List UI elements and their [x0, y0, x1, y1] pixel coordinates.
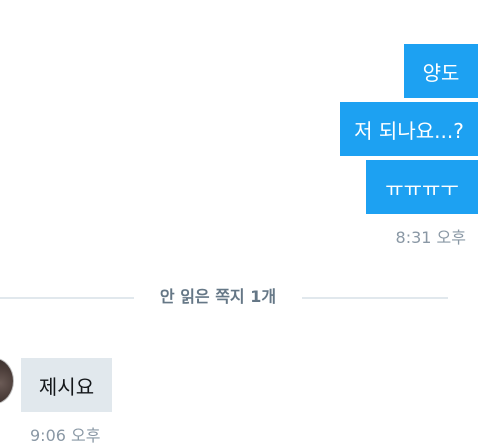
conversation-view: 양도 저 되나요...? ㅠㅠㅠㅜ 8:31 오후 안 읽은 쪽지 1개 제시요…: [0, 0, 480, 448]
incoming-message[interactable]: 제시요: [21, 358, 112, 412]
outgoing-message[interactable]: 양도: [404, 44, 478, 98]
unread-count-label: 안 읽은 쪽지 1개: [159, 287, 277, 306]
sender-avatar[interactable]: [0, 358, 14, 404]
message-text: 양도: [422, 60, 460, 85]
outgoing-message[interactable]: ㅠㅠㅠㅜ: [366, 160, 478, 214]
message-text: 저 되나요...?: [354, 118, 464, 143]
incoming-timestamp: 9:06 오후: [30, 426, 101, 445]
divider-line-right: [302, 297, 448, 299]
outgoing-message[interactable]: 저 되나요...?: [340, 102, 478, 156]
divider-line-left: [0, 297, 134, 299]
outgoing-timestamp: 8:31 오후: [395, 228, 466, 247]
message-text: ㅠㅠㅠㅜ: [385, 176, 459, 201]
unread-divider: 안 읽은 쪽지 1개: [0, 286, 448, 308]
message-text: 제시요: [38, 374, 95, 399]
